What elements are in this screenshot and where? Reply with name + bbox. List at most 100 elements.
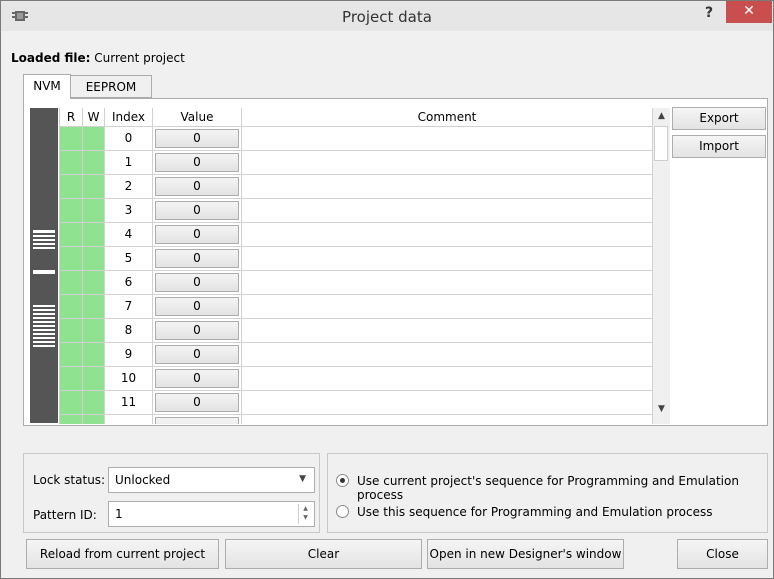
read-flag-cell[interactable] — [60, 391, 83, 415]
spin-arrows-icon[interactable]: ▲ ▼ — [298, 504, 312, 524]
comment-cell[interactable] — [242, 199, 653, 223]
open-designer-button[interactable]: Open in new Designer's window — [427, 539, 624, 569]
nvm-table: R W Index Value Comment 0010203040506070… — [59, 108, 653, 424]
read-flag-cell[interactable] — [60, 175, 83, 199]
value-button[interactable]: 0 — [155, 297, 239, 316]
column-header-value[interactable]: Value — [153, 108, 242, 127]
read-flag-cell[interactable] — [60, 247, 83, 271]
read-flag-cell[interactable] — [60, 151, 83, 175]
radio-this-sequence-label[interactable]: Use this sequence for Programming and Em… — [357, 505, 712, 519]
read-flag-cell[interactable] — [60, 199, 83, 223]
comment-cell[interactable] — [242, 223, 653, 247]
import-button[interactable]: Import — [672, 135, 766, 158]
value-cell: 0 — [153, 247, 242, 271]
index-cell: 11 — [105, 391, 153, 415]
index-cell: 3 — [105, 199, 153, 223]
table-row: 80 — [60, 319, 653, 343]
write-flag-cell[interactable] — [83, 343, 105, 367]
value-cell: 0 — [153, 391, 242, 415]
read-flag-cell[interactable] — [60, 295, 83, 319]
table-vertical-scrollbar[interactable]: ▲ ▼ — [652, 108, 670, 424]
comment-cell[interactable] — [242, 295, 653, 319]
value-button[interactable]: 0 — [155, 153, 239, 172]
scroll-up-arrow-icon[interactable]: ▲ — [653, 108, 670, 125]
table-row: 60 — [60, 271, 653, 295]
table-row: 10 — [60, 151, 653, 175]
column-header-r[interactable]: R — [60, 108, 83, 127]
comment-cell[interactable] — [242, 343, 653, 367]
lock-status-label: Lock status: — [33, 473, 106, 487]
value-cell: 0 — [153, 271, 242, 295]
value-button[interactable]: 0 — [155, 177, 239, 196]
write-flag-cell[interactable] — [83, 319, 105, 343]
loaded-file-value: Current project — [94, 51, 185, 65]
read-flag-cell[interactable] — [60, 271, 83, 295]
index-cell: 10 — [105, 367, 153, 391]
tab-eeprom[interactable]: EEPROM — [70, 75, 152, 98]
value-cell: 0 — [153, 151, 242, 175]
close-button[interactable]: Close — [677, 539, 768, 569]
radio-this-sequence[interactable] — [336, 505, 349, 518]
comment-cell[interactable] — [242, 151, 653, 175]
column-header-w[interactable]: W — [83, 108, 105, 127]
help-button[interactable]: ? — [705, 5, 713, 21]
table-row: 20 — [60, 175, 653, 199]
column-header-comment[interactable]: Comment — [242, 108, 653, 127]
read-flag-cell[interactable] — [60, 367, 83, 391]
write-flag-cell[interactable] — [83, 295, 105, 319]
value-button[interactable]: 0 — [155, 273, 239, 292]
comment-cell[interactable] — [242, 367, 653, 391]
value-button[interactable]: 0 — [155, 345, 239, 364]
window-title: Project data — [342, 8, 432, 26]
value-button[interactable]: 0 — [155, 321, 239, 340]
write-flag-cell[interactable] — [83, 367, 105, 391]
scroll-down-arrow-icon[interactable]: ▼ — [653, 401, 670, 418]
scroll-thumb[interactable] — [654, 126, 668, 161]
table-row: 10 0 — [60, 367, 653, 391]
index-cell: 6 — [105, 271, 153, 295]
index-cell: 7 — [105, 295, 153, 319]
value-cell: 0 — [153, 127, 242, 151]
column-header-index[interactable]: Index — [105, 108, 153, 127]
value-button[interactable]: 0 — [155, 129, 239, 148]
comment-cell[interactable] — [242, 175, 653, 199]
value-cell: 0 — [153, 199, 242, 223]
comment-cell[interactable] — [242, 319, 653, 343]
value-button[interactable]: 0 — [155, 201, 239, 220]
write-flag-cell[interactable] — [83, 175, 105, 199]
clear-button[interactable]: Clear — [225, 539, 422, 569]
write-flag-cell[interactable] — [83, 247, 105, 271]
comment-cell[interactable] — [242, 247, 653, 271]
value-button[interactable]: 0 — [155, 369, 239, 388]
value-button[interactable]: 0 — [155, 249, 239, 268]
value-cell: 0 — [153, 367, 242, 391]
index-cell: 0 — [105, 127, 153, 151]
read-flag-cell[interactable] — [60, 343, 83, 367]
window-close-button[interactable]: ✕ — [726, 1, 772, 23]
write-flag-cell[interactable] — [83, 223, 105, 247]
tab-nvm[interactable]: NVM — [23, 74, 71, 99]
reload-button[interactable]: Reload from current project — [26, 539, 219, 569]
write-flag-cell[interactable] — [83, 151, 105, 175]
write-flag-cell[interactable] — [83, 271, 105, 295]
radio-current-sequence-label[interactable]: Use current project's sequence for Progr… — [357, 474, 773, 502]
chevron-down-icon: ▼ — [299, 474, 306, 484]
comment-cell[interactable] — [242, 127, 653, 151]
index-cell: 5 — [105, 247, 153, 271]
read-flag-cell[interactable] — [60, 127, 83, 151]
comment-cell[interactable] — [242, 391, 653, 415]
write-flag-cell[interactable] — [83, 127, 105, 151]
export-button[interactable]: Export — [672, 107, 766, 130]
index-cell: 8 — [105, 319, 153, 343]
lock-status-select[interactable]: Unlocked ▼ — [108, 467, 315, 493]
comment-cell[interactable] — [242, 271, 653, 295]
pattern-id-spinbox[interactable]: 1 ▲ ▼ — [108, 501, 315, 527]
value-button[interactable]: 0 — [155, 225, 239, 244]
write-flag-cell[interactable] — [83, 391, 105, 415]
read-flag-cell[interactable] — [60, 319, 83, 343]
write-flag-cell[interactable] — [83, 199, 105, 223]
radio-current-sequence[interactable] — [336, 474, 349, 487]
value-button[interactable]: 0 — [155, 393, 239, 412]
index-cell: 1 — [105, 151, 153, 175]
read-flag-cell[interactable] — [60, 223, 83, 247]
